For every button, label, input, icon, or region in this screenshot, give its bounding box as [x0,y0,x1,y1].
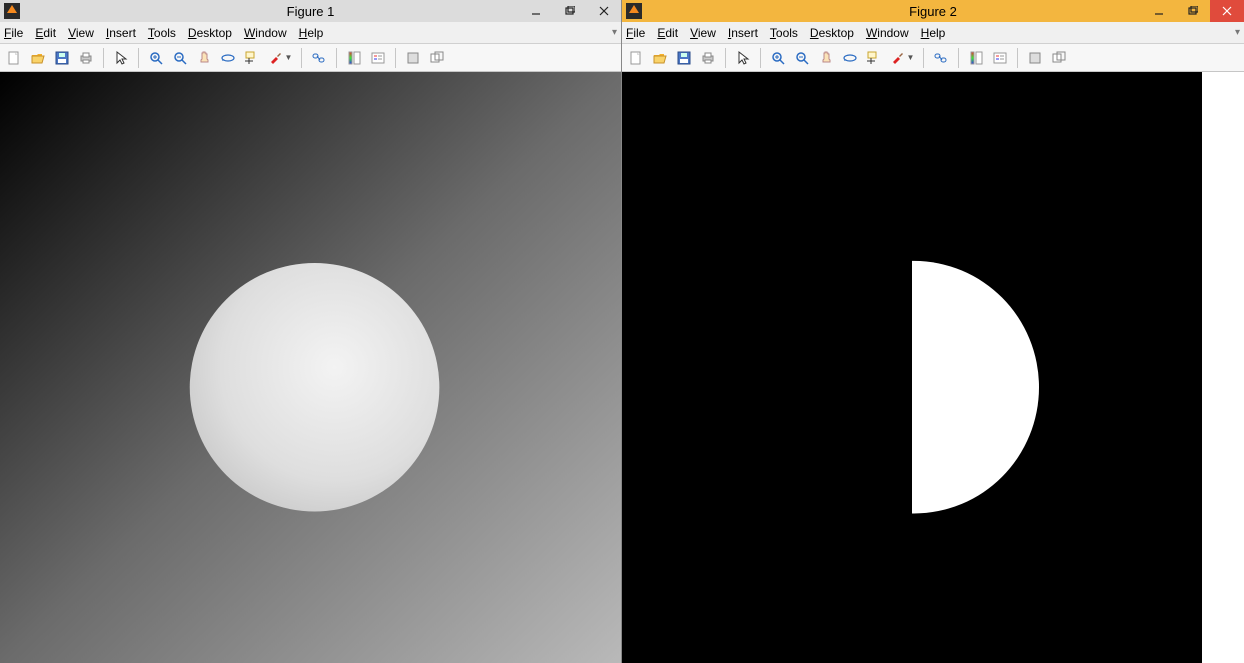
matlab-icon [4,3,20,19]
window-title: Figure 2 [909,4,957,19]
legend-button[interactable] [368,48,388,68]
menu-edit[interactable]: Edit [35,26,56,40]
window-title: Figure 1 [287,4,335,19]
save-button[interactable] [674,48,694,68]
menu-file[interactable]: File [626,26,645,40]
datacursor-button[interactable] [242,48,262,68]
undock-button[interactable] [1049,48,1069,68]
new-file-button[interactable] [626,48,646,68]
toolbar: ▼ [0,44,621,72]
new-file-button[interactable] [4,48,24,68]
legend-button[interactable] [990,48,1010,68]
pointer-button[interactable] [733,48,753,68]
colorbar-button[interactable] [344,48,364,68]
menu-insert[interactable]: Insert [728,26,758,40]
brush-button[interactable]: ▼ [888,48,916,68]
rotate3d-button[interactable] [218,48,238,68]
link-button[interactable] [931,48,951,68]
pan-button[interactable] [194,48,214,68]
print-button[interactable] [76,48,96,68]
titlebar[interactable]: Figure 2 [622,0,1244,22]
zoom-in-button[interactable] [768,48,788,68]
menu-view[interactable]: View [690,26,716,40]
menu-tools[interactable]: Tools [770,26,798,40]
pan-button[interactable] [816,48,836,68]
zoom-out-button[interactable] [170,48,190,68]
pointer-button[interactable] [111,48,131,68]
minimize-button[interactable] [1142,0,1176,22]
brush-button[interactable]: ▼ [266,48,294,68]
restore-button[interactable] [1176,0,1210,22]
menu-desktop[interactable]: Desktop [188,26,232,40]
print-button[interactable] [698,48,718,68]
axes-canvas[interactable] [0,72,621,663]
link-button[interactable] [309,48,329,68]
toolbar: ▼ [622,44,1244,72]
dock-button[interactable] [1025,48,1045,68]
figure-window-2: Figure 2 File Edit View Insert Tools Des… [622,0,1244,663]
menubar: File Edit View Insert Tools Desktop Wind… [622,22,1244,44]
menu-overflow-icon[interactable]: ▾ [1235,27,1240,38]
menu-window[interactable]: Window [866,26,909,40]
undock-button[interactable] [427,48,447,68]
menu-desktop[interactable]: Desktop [810,26,854,40]
menu-file[interactable]: File [4,26,23,40]
menu-overflow-icon[interactable]: ▾ [612,27,617,38]
menu-edit[interactable]: Edit [657,26,678,40]
zoom-out-button[interactable] [792,48,812,68]
restore-button[interactable] [553,0,587,22]
datacursor-button[interactable] [864,48,884,68]
menu-window[interactable]: Window [244,26,287,40]
zoom-in-button[interactable] [146,48,166,68]
menu-tools[interactable]: Tools [148,26,176,40]
figure-window-1: Figure 1 File Edit View Insert Tools Des… [0,0,622,663]
menu-view[interactable]: View [68,26,94,40]
close-button[interactable] [1210,0,1244,22]
matlab-icon [626,3,642,19]
open-button[interactable] [650,48,670,68]
close-button[interactable] [587,0,621,22]
menu-help[interactable]: Help [921,26,946,40]
menu-help[interactable]: Help [299,26,324,40]
rotate3d-button[interactable] [840,48,860,68]
menubar: File Edit View Insert Tools Desktop Wind… [0,22,621,44]
axes-canvas[interactable] [622,72,1244,663]
open-button[interactable] [28,48,48,68]
menu-insert[interactable]: Insert [106,26,136,40]
colorbar-button[interactable] [966,48,986,68]
titlebar[interactable]: Figure 1 [0,0,621,22]
save-button[interactable] [52,48,72,68]
dock-button[interactable] [403,48,423,68]
minimize-button[interactable] [519,0,553,22]
